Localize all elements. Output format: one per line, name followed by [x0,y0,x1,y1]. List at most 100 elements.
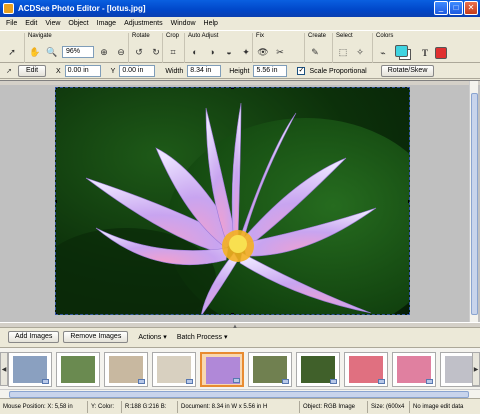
status-rgb: R:188 G:216 B: [122,400,178,413]
menu-adjustments[interactable]: Adjustments [124,20,163,27]
folder-badge-icon [138,379,145,384]
foreground-swatch[interactable] [395,45,408,57]
magic-wand-icon[interactable]: ✧ [353,45,367,59]
resize-handle-tr[interactable] [408,88,409,89]
title-bar: ACDSee Photo Editor - [lotus.jpg] _ □ ✕ [0,0,480,17]
image-canvas[interactable] [55,87,410,315]
auto-contrast-icon[interactable]: ◑ [205,45,219,59]
menu-window[interactable]: Window [171,20,196,27]
y-field[interactable]: 0.00 in [119,65,156,77]
lotus-flower-image [56,102,409,314]
resize-handle-l[interactable] [56,200,57,203]
zoom-out-icon[interactable]: ⊖ [114,45,128,59]
thumbnail-item[interactable] [392,352,436,387]
thumbnail-item[interactable] [344,352,388,387]
height-field[interactable]: 5.56 in [253,65,288,77]
menu-bar: File Edit View Object Image Adjustments … [0,17,480,29]
menu-image[interactable]: Image [97,20,116,27]
auto-exposure-icon[interactable]: ✦ [239,45,253,59]
thumbnail-item[interactable] [200,352,244,387]
red-eye-icon[interactable]: 👁 [256,45,270,59]
marquee-select-icon[interactable]: ⬚ [336,45,350,59]
maximize-button[interactable]: □ [449,1,463,15]
thumbnail-item[interactable] [152,352,196,387]
remove-images-button[interactable]: Remove Images [63,331,129,343]
rotate-right-icon[interactable]: ↻ [149,45,163,59]
horizontal-scrollbar[interactable] [0,389,480,398]
vertical-scrollbar[interactable] [469,81,478,323]
add-images-button[interactable]: Add Images [8,331,60,343]
chevron-down-icon: ▾ [223,334,228,341]
pointer-group: ➚ [2,33,24,63]
y-label: Y [110,67,116,75]
canvas-ruler [0,81,480,85]
status-bar: Mouse Position: X: 5,58 in Y: Color: R:1… [0,398,480,414]
batch-process-dropdown[interactable]: Batch Process ▾ [176,333,228,342]
vertical-scroll-thumb[interactable] [471,93,478,315]
status-color-label: Y: Color: [88,400,122,413]
fix-label: Fix [256,33,264,39]
repair-icon[interactable]: ✂ [273,45,287,59]
rotate-left-icon[interactable]: ↺ [132,45,146,59]
select-group: Select ⬚ ✧ [332,33,372,63]
thumbnail-item[interactable] [56,352,100,387]
folder-badge-icon [282,379,289,384]
menu-file[interactable]: File [6,20,17,27]
resize-handle-b[interactable] [231,313,234,314]
menu-help[interactable]: Help [204,20,218,27]
image-basket-toolbar: Add Images Remove Images Actions ▾ Batch… [0,329,480,345]
x-label: X [56,67,61,75]
actions-dropdown[interactable]: Actions ▾ [138,333,167,342]
panel-splitter[interactable]: ▲ [0,322,480,330]
minimize-button[interactable]: _ [434,1,448,15]
main-toolbar: ➚ Navigate ✋ 🔍 96% ⊕ ⊖ Rotate ↺ ↻ Crop ⌗… [0,30,480,63]
close-button[interactable]: ✕ [464,1,478,15]
strip-left-arrow-icon[interactable]: ◀ [0,352,8,386]
brush-icon[interactable]: ✎ [308,45,322,59]
resize-handle-r[interactable] [408,200,409,203]
zoom-field[interactable]: 96% [62,46,94,58]
crop-icon[interactable]: ⌗ [166,45,180,59]
rotate-skew-button[interactable]: Rotate/Skew [380,65,435,77]
pointer-tool-icon[interactable]: ➚ [5,45,19,59]
chevron-down-icon: ▾ [163,334,167,341]
x-field[interactable]: 0.00 in [64,65,101,77]
horizontal-scroll-thumb[interactable] [9,391,469,398]
resize-handle-br[interactable] [408,313,409,314]
secondary-color-swatch[interactable] [435,47,447,59]
scale-proportional-label: Scale Proportional [309,67,367,75]
rotate-group: Rotate ↺ ↻ [128,33,162,63]
resize-handle-bl[interactable] [56,313,57,314]
menu-view[interactable]: View [45,20,60,27]
auto-level-icon[interactable]: ◐ [188,45,202,59]
window-controls: _ □ ✕ [434,1,478,15]
hand-tool-icon[interactable]: ✋ [28,45,42,59]
fix-group: Fix 👁 ✂ [252,33,304,63]
auto-adjust-label: Auto Adjust [188,33,219,39]
width-field[interactable]: 8.34 in [187,65,222,77]
thumbnail-item[interactable] [248,352,292,387]
resize-handle-t[interactable] [231,88,234,89]
thumbnail-item[interactable] [104,352,148,387]
menu-edit[interactable]: Edit [25,20,37,27]
scale-proportional-checkbox[interactable]: ✓ [297,67,306,75]
edit-button[interactable]: Edit [18,65,46,77]
resize-handle-tl[interactable] [56,88,57,89]
thumbnail-item[interactable] [296,352,340,387]
properties-bar: ➚ Edit X 0.00 in Y 0.00 in Width 8.34 in… [0,64,480,79]
eyedropper-icon[interactable]: ⌁ [376,46,390,60]
app-icon [3,3,14,14]
batch-process-label: Batch Process [176,333,222,341]
zoom-tool-icon[interactable]: 🔍 [45,45,59,59]
menu-object[interactable]: Object [68,20,88,27]
strip-right-arrow-icon[interactable]: ▶ [472,352,480,386]
auto-color-icon[interactable]: ◒ [222,45,236,59]
colors-group: Colors ⌁ T [372,33,478,63]
color-swatches[interactable] [393,45,415,61]
thumbnail-item[interactable] [8,352,52,387]
crop-group: Crop ⌗ [162,33,184,63]
text-tool-icon[interactable]: T [418,46,432,60]
zoom-in-icon[interactable]: ⊕ [97,45,111,59]
canvas-area[interactable] [0,80,480,323]
create-label: Create [308,33,327,39]
